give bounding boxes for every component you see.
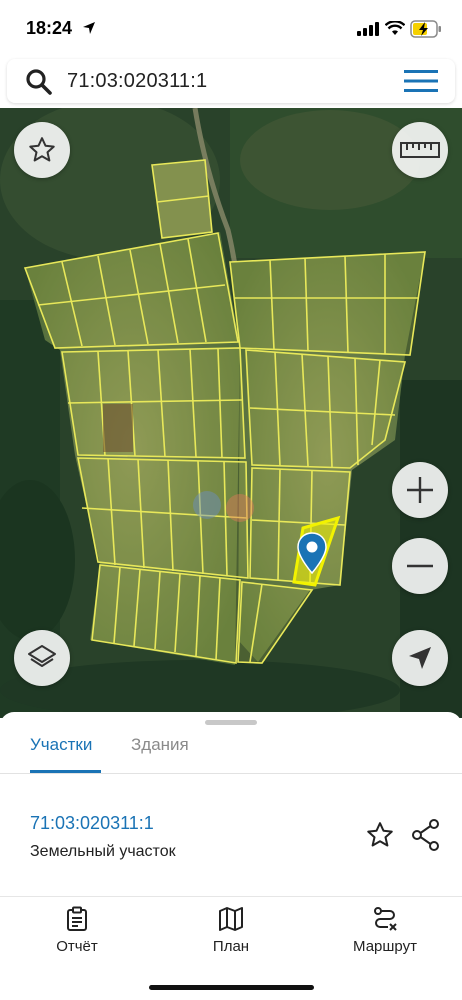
minus-icon: [407, 564, 433, 568]
nav-report-label: Отчёт: [56, 938, 98, 955]
wifi-icon: [385, 21, 405, 35]
plus-icon: [407, 477, 433, 503]
clipboard-icon: [67, 906, 87, 931]
home-indicator[interactable]: [149, 985, 314, 990]
navigation-arrow-icon: [409, 647, 431, 669]
my-location-button[interactable]: [392, 630, 448, 686]
menu-icon[interactable]: [404, 69, 438, 93]
star-outline-icon: [29, 137, 55, 162]
search-input[interactable]: 71:03:020311:1: [67, 70, 207, 93]
share-icon[interactable]: [411, 819, 441, 851]
location-arrow-icon: [83, 22, 95, 34]
nav-plan-button[interactable]: План: [176, 906, 286, 955]
route-icon: [374, 907, 397, 931]
favorite-button[interactable]: [14, 122, 70, 178]
divider: [0, 896, 462, 897]
nav-plan-label: План: [212, 938, 250, 955]
map-icon: [219, 907, 243, 931]
ruler-button[interactable]: [392, 122, 448, 178]
nav-route-button[interactable]: Маршрут: [330, 906, 440, 955]
ruler-icon: [400, 142, 440, 158]
nav-report-button[interactable]: Отчёт: [22, 906, 132, 955]
search-bar[interactable]: 71:03:020311:1: [7, 59, 455, 103]
zoom-in-button[interactable]: [392, 462, 448, 518]
satellite-map[interactable]: [0, 108, 462, 718]
tab-buildings[interactable]: Здания: [131, 735, 189, 755]
layers-icon: [28, 645, 56, 667]
cellular-signal-icon: [357, 22, 379, 36]
favorite-star-icon[interactable]: [365, 820, 395, 850]
layers-button[interactable]: [14, 630, 70, 686]
tab-parcels[interactable]: Участки: [30, 735, 92, 755]
map-view[interactable]: [0, 108, 462, 718]
nav-route-label: Маршрут: [353, 938, 417, 955]
status-bar: 18:24: [0, 0, 462, 58]
search-icon[interactable]: [25, 68, 53, 96]
divider: [0, 773, 462, 774]
battery-charging-icon: [410, 20, 441, 38]
status-time: 18:24: [26, 18, 73, 38]
parcel-type-label: Земельный участок: [30, 843, 176, 860]
zoom-out-button[interactable]: [392, 538, 448, 594]
sheet-drag-handle[interactable]: [205, 720, 257, 725]
parcel-cadastral-number-link[interactable]: 71:03:020311:1: [30, 813, 154, 834]
map-pin-icon[interactable]: [297, 532, 327, 574]
